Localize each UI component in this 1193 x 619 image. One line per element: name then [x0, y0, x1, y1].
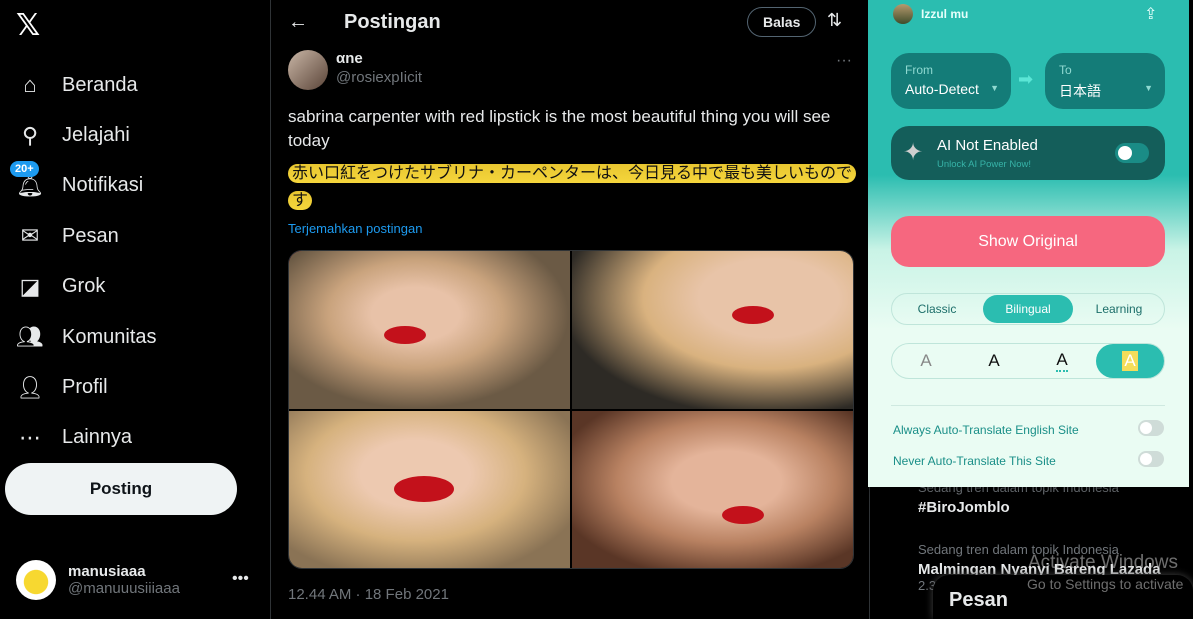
adjust-icon[interactable]: ⇅ — [827, 10, 842, 31]
post-button[interactable]: Posting — [5, 463, 237, 515]
windows-watermark: Activate Windows — [1028, 552, 1178, 573]
ai-panel: ✦ AI Not Enabled Unlock AI Power Now! — [891, 126, 1165, 180]
style-bold[interactable]: A — [960, 344, 1028, 378]
style-glyph: A — [988, 351, 1000, 370]
translator-popup: Izzul mu ⇪ From Auto-Detect ▼ ➡ To 日本語 ▼ ✦ A… — [868, 0, 1189, 487]
drawer-title: Pesan — [949, 589, 1008, 611]
translate-post-link[interactable]: Terjemahkan postingan — [288, 221, 422, 236]
photo[interactable] — [289, 251, 570, 409]
tweet-author[interactable]: αne @rosiexpIicit — [288, 50, 422, 90]
mode-tabs: Classic Bilingual Learning — [891, 293, 1165, 325]
tweet-translation: 赤い口紅をつけたサブリナ・カーペンターは、今日見る中で最も美しいものです — [288, 160, 860, 214]
account-switcher[interactable]: manusiaaa @manuuusiiiaaa ••• — [16, 560, 249, 600]
page-title: Postingan — [344, 10, 441, 33]
option-label: Always Auto-Translate English Site — [893, 423, 1079, 437]
caret-down-icon: ▼ — [1144, 83, 1153, 93]
nav: ⌂ Beranda ⚲ Jelajahi 🔔︎ 20+ Notifikasi ✉ Pesa… — [10, 60, 157, 463]
share-icon[interactable]: ⇪ — [1144, 4, 1157, 24]
nav-label: Komunitas — [62, 325, 157, 348]
reply-button[interactable]: Balas — [747, 7, 817, 37]
ai-subtitle[interactable]: Unlock AI Power Now! — [937, 159, 1031, 170]
trend-name: #BiroJomblo — [918, 499, 1010, 516]
user-handle: @manuuusiiiaaa — [68, 580, 180, 597]
more-icon[interactable]: ••• — [232, 570, 249, 588]
sidebar-item-pesan[interactable]: ✉ Pesan — [16, 211, 157, 261]
author-handle: @rosiexpIicit — [336, 69, 423, 86]
photo[interactable] — [289, 410, 570, 568]
sidebar-item-lainnya[interactable]: ⋯ Lainnya — [16, 413, 157, 463]
style-options: A A A A — [891, 343, 1165, 379]
sidebar-item-beranda[interactable]: ⌂ Beranda — [16, 60, 157, 110]
to-label: To — [1059, 63, 1072, 77]
nav-label: Profil — [62, 376, 108, 399]
windows-watermark-sub: Go to Settings to activate — [1027, 576, 1184, 592]
search-icon: ⚲ — [21, 122, 39, 148]
x-logo[interactable]: 𝕏 — [16, 8, 40, 43]
ai-title: AI Not Enabled — [937, 137, 1038, 154]
tweet-timestamp: 12.44 AM · 18 Feb 2021 — [288, 586, 449, 603]
home-icon: ⌂ — [23, 72, 37, 98]
nav-label: Jelajahi — [62, 124, 130, 147]
main-column: ← Postingan Balas ⇅ αne @rosiexpIicit ··· … — [272, 0, 870, 619]
sidebar-item-notifikasi[interactable]: 🔔︎ 20+ Notifikasi — [10, 160, 157, 211]
always-translate-toggle[interactable] — [1138, 420, 1164, 436]
sidebar-item-komunitas[interactable]: 👥︎ Komunitas — [16, 312, 157, 362]
nav-label: Beranda — [62, 73, 138, 96]
caret-down-icon: ▼ — [990, 83, 999, 93]
nav-label: Lainnya — [62, 426, 133, 449]
style-glyph: A — [920, 351, 932, 370]
grok-icon: ◪ — [19, 273, 41, 299]
to-language-select[interactable]: To 日本語 ▼ — [1045, 53, 1165, 109]
bell-icon: 🔔︎ — [16, 172, 44, 198]
photo[interactable] — [572, 410, 853, 568]
sidebar-item-grok[interactable]: ◪ Grok — [16, 262, 157, 312]
style-underline[interactable]: A — [1028, 344, 1096, 378]
style-plain[interactable]: A — [892, 344, 960, 378]
from-value: Auto-Detect — [905, 81, 979, 97]
back-arrow-icon[interactable]: ← — [288, 11, 328, 34]
option-never-translate: Never Auto-Translate This Site — [893, 451, 1164, 468]
translator-user[interactable]: Izzul mu — [893, 4, 968, 24]
author-name: αne — [336, 50, 363, 67]
sidebar-item-profil[interactable]: 👤︎ Profil — [16, 362, 157, 412]
avatar — [16, 560, 56, 600]
from-language-select[interactable]: From Auto-Detect ▼ — [891, 53, 1011, 109]
media-grid — [288, 250, 854, 569]
style-highlight[interactable]: A — [1096, 344, 1164, 378]
notification-badge: 20+ — [10, 160, 39, 177]
user-name: manusiaaa — [68, 563, 146, 580]
photo[interactable] — [572, 251, 853, 409]
tweet-text: sabrina carpenter with red lipstick is t… — [288, 107, 831, 150]
divider — [891, 405, 1165, 406]
tab-classic[interactable]: Classic — [892, 294, 982, 324]
show-original-button[interactable]: Show Original — [891, 216, 1165, 267]
profile-icon: 👤︎ — [16, 374, 44, 400]
arrow-right-icon: ➡ — [1018, 69, 1034, 89]
style-glyph: A — [1056, 350, 1068, 372]
tab-bilingual[interactable]: Bilingual — [983, 295, 1073, 323]
option-label: Never Auto-Translate This Site — [893, 454, 1056, 468]
mail-icon: ✉ — [20, 223, 40, 249]
nav-label: Pesan — [62, 224, 119, 247]
translation-text: 赤い口紅をつけたサブリナ・カーペンターは、今日見る中で最も美しいものです — [288, 164, 857, 210]
avatar — [288, 50, 328, 90]
ai-toggle[interactable] — [1115, 143, 1149, 163]
more-icon[interactable]: ··· — [836, 52, 852, 70]
communities-icon: 👥︎ — [16, 324, 44, 350]
sidebar: 𝕏 ⌂ Beranda ⚲ Jelajahi 🔔︎ 20+ Notifikasi ✉ Pe… — [0, 0, 271, 619]
sidebar-item-jelajahi[interactable]: ⚲ Jelajahi — [16, 110, 157, 160]
from-label: From — [905, 63, 933, 77]
sparkle-icon: ✦ — [903, 139, 924, 166]
option-always-translate: Always Auto-Translate English Site — [893, 420, 1164, 437]
nav-label: Notifikasi — [62, 174, 144, 197]
more-icon: ⋯ — [19, 424, 41, 450]
style-glyph: A — [1122, 351, 1138, 371]
avatar — [893, 4, 913, 24]
user-name: Izzul mu — [921, 7, 969, 21]
to-value: 日本語 — [1059, 83, 1101, 99]
nav-label: Grok — [62, 275, 106, 298]
never-translate-toggle[interactable] — [1138, 451, 1164, 467]
tab-learning[interactable]: Learning — [1074, 294, 1164, 324]
